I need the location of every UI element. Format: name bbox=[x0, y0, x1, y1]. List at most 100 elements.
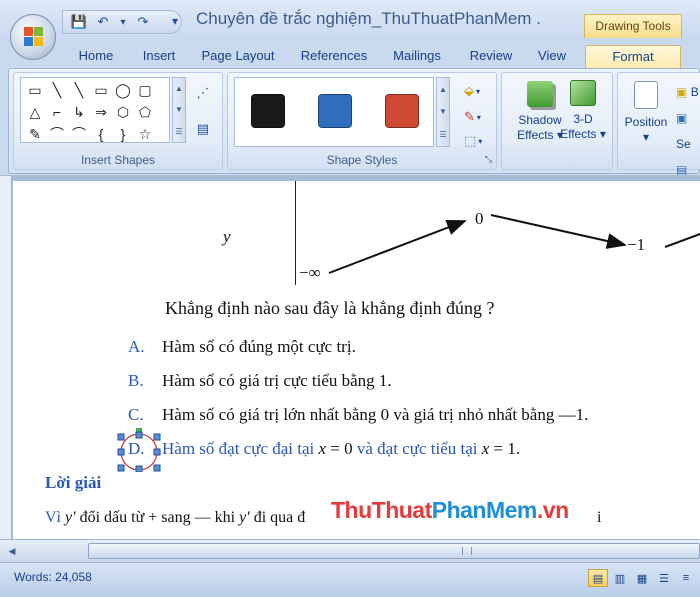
styles-scroll-up-icon[interactable]: ▲ bbox=[439, 85, 447, 94]
tab-page-layout[interactable]: Page Layout bbox=[194, 45, 282, 68]
shape-option-icon[interactable]: ⬠ bbox=[134, 101, 156, 123]
variation-arrows bbox=[328, 214, 700, 274]
shape-option-icon[interactable]: △ bbox=[24, 101, 46, 123]
style-swatch-black[interactable] bbox=[251, 94, 285, 128]
customize-qat-icon[interactable]: ▾ bbox=[172, 14, 178, 28]
arrow-up-1 bbox=[328, 219, 467, 274]
shape-option-icon[interactable]: ╲ bbox=[46, 79, 68, 101]
shape-fill-button[interactable]: ⬙ ▾ bbox=[464, 81, 494, 101]
arrow-down-1 bbox=[490, 214, 627, 249]
shapes-gallery: ▭ ╲ ╲ ▭ ◯ ▢ △ ⌐ ↳ ⇒ ⬡ ⬠ ✎ ⌒ ⌒{} ☆ bbox=[20, 77, 170, 143]
shape-option-icon[interactable]: ▭ bbox=[24, 79, 46, 101]
send-to-back-button[interactable]: ▣ Se bbox=[676, 105, 700, 157]
style-swatch-red[interactable] bbox=[385, 94, 419, 128]
tab-format[interactable]: Format bbox=[585, 45, 681, 68]
shape-styles-group: ▲ ▼ ☰ ⬙ ▾ ✎ ▾ ⬚ ▾ Shape Styles ⤡ bbox=[227, 72, 497, 170]
scroll-left-icon[interactable]: ◀ bbox=[4, 543, 20, 559]
full-screen-reading-icon[interactable]: ▥ bbox=[610, 569, 630, 587]
option-b: B. Hàm số có giá trị cực tiểu bằng 1. bbox=[128, 371, 392, 391]
resize-handle-bottom-left[interactable] bbox=[117, 464, 125, 472]
resize-handle-bottom[interactable] bbox=[135, 465, 143, 472]
tab-insert[interactable]: Insert bbox=[130, 45, 188, 68]
bring-to-front-button[interactable]: ▣ B bbox=[676, 79, 700, 105]
shape-option-icon[interactable]: { bbox=[90, 123, 112, 145]
styles-scrollbar[interactable]: ▲ ▼ ☰ bbox=[436, 77, 450, 147]
shape-option-icon[interactable]: ╲ bbox=[68, 79, 90, 101]
shape-option-icon[interactable]: ☆ bbox=[134, 123, 156, 145]
resize-handle-left[interactable] bbox=[117, 448, 125, 456]
shapes-scrollbar[interactable]: ▲ ▼ ☰ bbox=[172, 77, 186, 143]
word-count[interactable]: Words: 24,058 bbox=[14, 570, 92, 584]
option-b-label: B. bbox=[128, 371, 144, 390]
more-shapes-icon[interactable]: ☰ bbox=[175, 127, 182, 136]
insert-shapes-group: ▭ ╲ ╲ ▭ ◯ ▢ △ ⌐ ↳ ⇒ ⬡ ⬠ ✎ ⌒ ⌒{} ☆ ▲ ▼ ☰ ⋰ ▤ Insert Shap… bbox=[13, 72, 223, 170]
drawing-tools-context-tab: Drawing Tools bbox=[584, 14, 682, 38]
web-layout-icon[interactable]: ▦ bbox=[632, 569, 652, 587]
styles-scroll-down-icon[interactable]: ▼ bbox=[439, 107, 447, 116]
shape-styles-label: Shape Styles bbox=[326, 153, 398, 167]
resize-handle-bottom-right[interactable] bbox=[153, 464, 161, 472]
scroll-down-icon[interactable]: ▼ bbox=[175, 105, 183, 114]
watermark-logo: ThuThuatPhanMem.vn bbox=[331, 497, 569, 523]
shape-option-icon[interactable]: ⇒ bbox=[90, 101, 112, 123]
window-title: Chuyên đề trắc nghiệm_ThuThuatPhanMem . bbox=[196, 9, 541, 28]
shape-option-icon[interactable]: } bbox=[112, 123, 134, 145]
style-swatch-blue[interactable] bbox=[318, 94, 352, 128]
shape-option-icon[interactable]: ✎ bbox=[24, 123, 46, 145]
three-d-effects-button[interactable]: 3-D Effects ▾ bbox=[549, 76, 617, 164]
tab-view[interactable]: View bbox=[530, 45, 574, 68]
shape-outline-button[interactable]: ✎ ▾ bbox=[464, 107, 494, 127]
scrollbar-grip-icon bbox=[462, 547, 472, 555]
shape-option-icon[interactable]: ◯ bbox=[112, 79, 134, 101]
solution-heading: Lời giải bbox=[45, 473, 102, 492]
ribbon-tabs: Home Insert Page Layout References Maili… bbox=[0, 42, 700, 68]
option-a: A. Hàm số có đúng một cực trị. bbox=[128, 337, 356, 357]
arrange-group: Position ▾ ▣ B ▣ Se ▤ Te bbox=[616, 72, 700, 203]
resize-handle-right[interactable] bbox=[153, 448, 161, 456]
send-back-icon: ▣ bbox=[676, 111, 688, 125]
shape-option-icon[interactable]: ▭ bbox=[90, 79, 112, 101]
ribbon: ▭ ╲ ╲ ▭ ◯ ▢ △ ⌐ ↳ ⇒ ⬡ ⬠ ✎ ⌒ ⌒{} ☆ ▲ ▼ ☰ ⋰ ▤ Insert Shap… bbox=[8, 68, 700, 203]
redo-icon[interactable]: ↷ bbox=[135, 14, 151, 30]
dialog-launcher-icon[interactable]: ⤡ bbox=[485, 154, 492, 165]
office-button[interactable] bbox=[10, 14, 56, 60]
question-text: Khẳng định nào sau đây là khẳng định đún… bbox=[165, 298, 495, 318]
horizontal-scrollbar[interactable]: ◀ bbox=[0, 539, 700, 562]
undo-dropdown-icon[interactable]: ▾ bbox=[119, 14, 127, 30]
option-b-text: Hàm số có giá trị cực tiểu bằng 1. bbox=[162, 371, 392, 390]
shape-option-icon[interactable]: ↳ bbox=[68, 101, 90, 123]
scrollbar-thumb[interactable] bbox=[88, 543, 700, 559]
shape-option-icon[interactable]: ▢ bbox=[134, 79, 156, 101]
tab-mailings[interactable]: Mailings bbox=[384, 45, 450, 68]
text-box-icon[interactable]: ▤ bbox=[194, 121, 212, 137]
print-layout-view-icon[interactable]: ▤ bbox=[588, 569, 608, 587]
selected-circle-shape[interactable] bbox=[117, 428, 161, 472]
styles-more-icon[interactable]: ☰ bbox=[439, 130, 446, 139]
option-c-label: C. bbox=[128, 405, 144, 424]
draft-view-icon[interactable]: ≡ bbox=[676, 569, 696, 587]
scroll-up-icon[interactable]: ▲ bbox=[175, 84, 183, 93]
save-icon[interactable]: 💾 bbox=[71, 14, 87, 30]
resize-handle-top-left[interactable] bbox=[117, 433, 125, 441]
resize-handle-top[interactable] bbox=[135, 431, 143, 439]
resize-handle-top-right[interactable] bbox=[153, 433, 161, 441]
solution-text: Vì y′ đổi dấu từ + sang — khi y′ đi qua … bbox=[45, 509, 602, 526]
position-button[interactable]: Position ▾ bbox=[616, 77, 676, 165]
shape-option-icon[interactable]: ⌒ bbox=[46, 123, 68, 145]
arrow-up-2 bbox=[664, 233, 700, 248]
tab-home[interactable]: Home bbox=[66, 45, 126, 68]
undo-icon[interactable]: ↶ bbox=[95, 14, 111, 30]
three-d-effects-icon bbox=[570, 80, 596, 106]
tab-review[interactable]: Review bbox=[462, 45, 520, 68]
tab-references[interactable]: References bbox=[292, 45, 376, 68]
shape-option-icon[interactable]: ⌐ bbox=[46, 101, 68, 123]
option-d: D. Hàm số đạt cực đại tại x = 0 và đạt cự… bbox=[128, 439, 521, 458]
change-shape-button[interactable]: ⬚ ▾ bbox=[464, 131, 494, 151]
shape-option-icon[interactable]: ⌒ bbox=[68, 123, 90, 145]
outline-view-icon[interactable]: ☰ bbox=[654, 569, 674, 587]
document-page[interactable]: y −∞ 0 −1 Khẳng định nào sau đây là khẳn… bbox=[13, 181, 700, 539]
position-icon bbox=[634, 81, 658, 109]
shape-option-icon[interactable]: ⬡ bbox=[112, 101, 134, 123]
bring-front-icon: ▣ bbox=[676, 85, 688, 99]
edit-shape-icon[interactable]: ⋰ bbox=[194, 85, 212, 101]
